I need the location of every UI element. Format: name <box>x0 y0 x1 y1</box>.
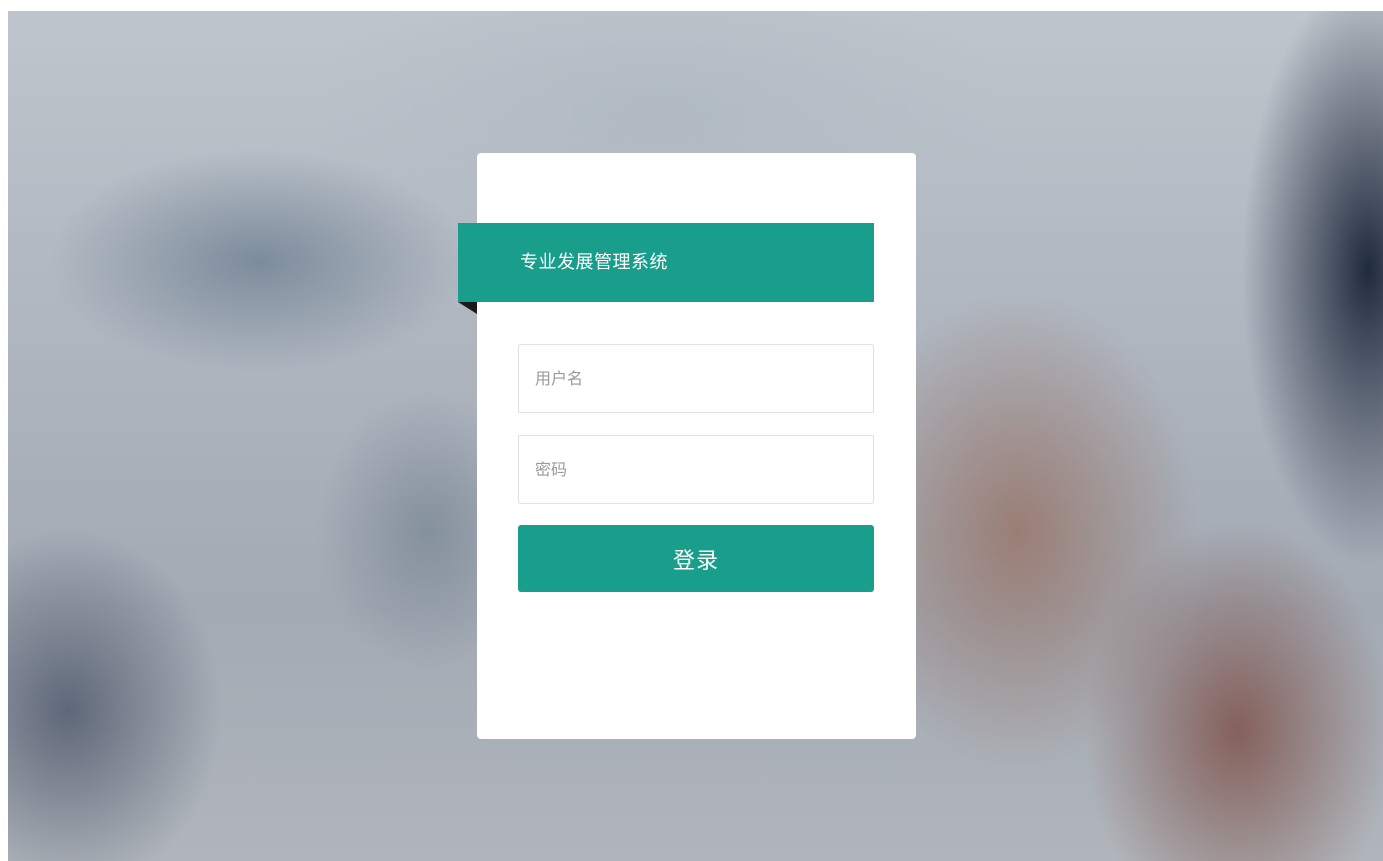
title-ribbon: 专业发展管理系统 <box>458 223 874 302</box>
username-input[interactable] <box>518 344 874 413</box>
page-title: 专业发展管理系统 <box>520 252 668 273</box>
password-input[interactable] <box>518 435 874 504</box>
login-button[interactable]: 登录 <box>518 525 874 592</box>
ribbon-fold <box>458 302 477 314</box>
